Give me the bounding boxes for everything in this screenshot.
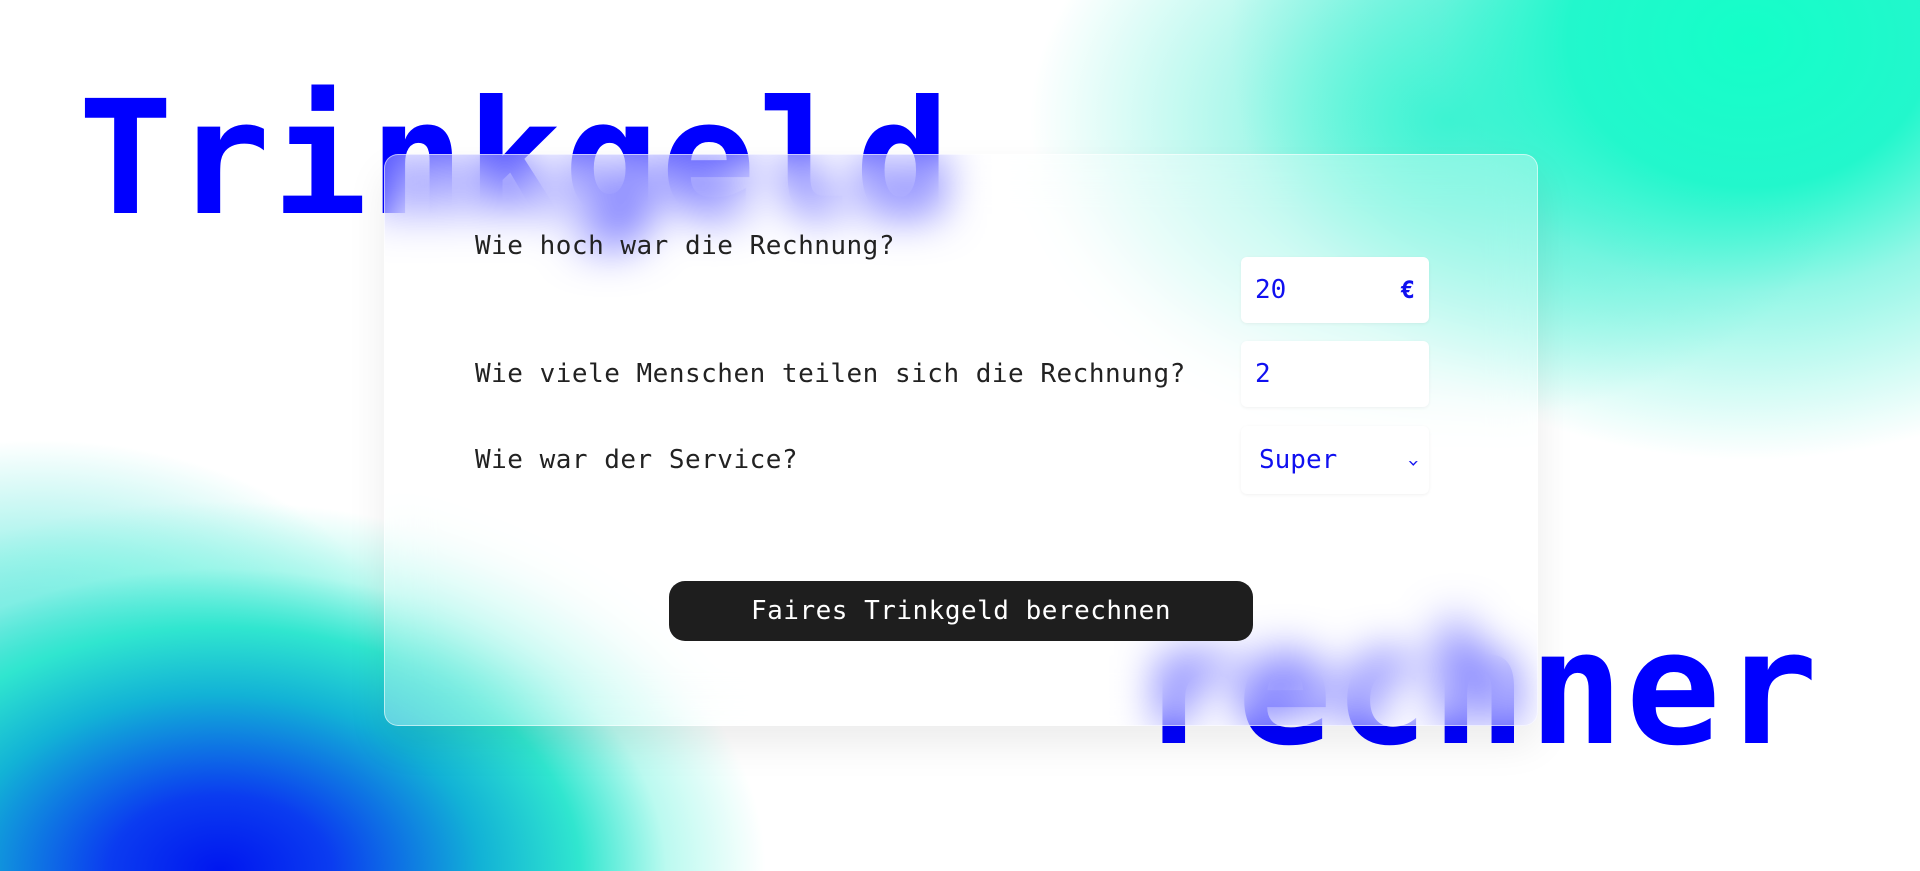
bill-amount-input[interactable]: 20 € bbox=[1241, 257, 1429, 323]
people-label: Wie viele Menschen teilen sich die Rechn… bbox=[475, 359, 1186, 389]
calculate-tip-button[interactable]: Faires Trinkgeld berechnen bbox=[669, 581, 1253, 641]
people-count-value: 2 bbox=[1255, 359, 1271, 389]
tip-calculator-card: Wie hoch war die Rechnung? 20 € Wie viel… bbox=[384, 154, 1538, 726]
service-select[interactable]: Super ⌄ bbox=[1241, 426, 1429, 494]
bill-label: Wie hoch war die Rechnung? bbox=[475, 231, 895, 261]
bill-amount-value: 20 bbox=[1255, 275, 1287, 305]
people-count-input[interactable]: 2 bbox=[1241, 341, 1429, 407]
service-label: Wie war der Service? bbox=[475, 445, 799, 475]
service-selected-value: Super bbox=[1259, 445, 1338, 475]
currency-suffix: € bbox=[1400, 276, 1415, 304]
chevron-down-icon: ⌄ bbox=[1406, 452, 1419, 468]
